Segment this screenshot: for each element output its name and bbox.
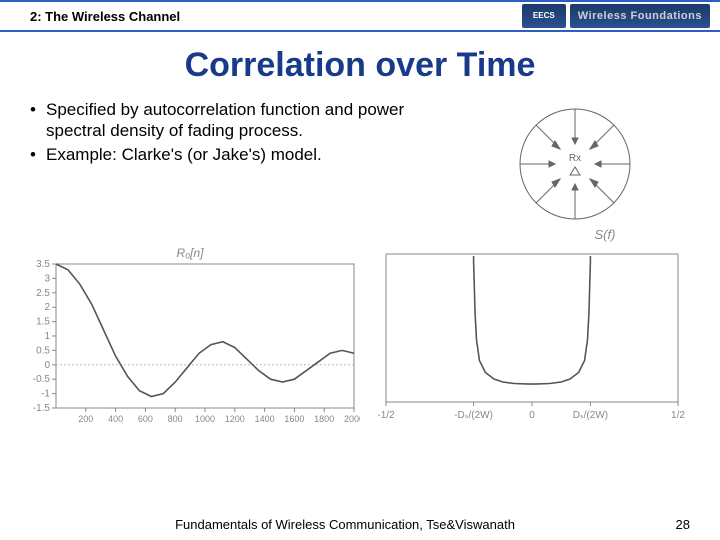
footer: Fundamentals of Wireless Communication, … (0, 517, 720, 532)
logo-group: EECS Wireless Foundations (522, 4, 710, 28)
psd-chart: -1/2 -Dₛ/(2W) 0 Dₛ/(2W) 1/2 (370, 246, 690, 428)
chapter-label: 2: The Wireless Channel (30, 9, 522, 24)
svg-text:Dₛ/(2W): Dₛ/(2W) (573, 410, 608, 421)
charts-row: R₀[n] -1.5-1-0.500.511.522.533.520040060… (0, 246, 720, 428)
svg-text:0: 0 (44, 360, 50, 371)
svg-text:1600: 1600 (284, 414, 304, 424)
svg-text:1800: 1800 (314, 414, 334, 424)
svg-text:-Dₛ/(2W): -Dₛ/(2W) (454, 410, 493, 421)
header-bar: 2: The Wireless Channel EECS Wireless Fo… (0, 0, 720, 32)
rx-label: Rx (569, 153, 581, 164)
svg-text:3: 3 (44, 273, 50, 284)
bullet-item: •Example: Clarke's (or Jake's) model. (30, 144, 460, 165)
svg-text:1: 1 (44, 331, 50, 342)
slide-title: Correlation over Time (0, 46, 720, 85)
svg-text:800: 800 (168, 414, 183, 424)
bullet-list: •Specified by autocorrelation function a… (30, 99, 460, 242)
svg-text:2000: 2000 (344, 414, 360, 424)
wireless-foundations-logo: Wireless Foundations (570, 4, 710, 28)
svg-text:400: 400 (108, 414, 123, 424)
svg-text:1.5: 1.5 (36, 317, 50, 328)
svg-text:0.5: 0.5 (36, 345, 50, 356)
svg-text:2.5: 2.5 (36, 288, 50, 299)
svg-text:1000: 1000 (195, 414, 215, 424)
eecs-logo: EECS (522, 4, 566, 28)
svg-text:600: 600 (138, 414, 153, 424)
svg-text:1200: 1200 (225, 414, 245, 424)
ring-scatterer-diagram: Rx S(f) (460, 99, 690, 242)
bullet-item: •Specified by autocorrelation function a… (30, 99, 460, 142)
svg-text:1/2: 1/2 (671, 410, 685, 421)
svg-text:-1: -1 (41, 389, 50, 400)
svg-text:-0.5: -0.5 (33, 374, 51, 385)
content-row: •Specified by autocorrelation function a… (0, 85, 720, 242)
svg-text:-1.5: -1.5 (33, 403, 51, 414)
page-number: 28 (660, 517, 690, 532)
svg-text:200: 200 (78, 414, 93, 424)
svg-text:-1/2: -1/2 (377, 410, 395, 421)
svg-text:3.5: 3.5 (36, 259, 50, 270)
autocorrelation-chart: R₀[n] -1.5-1-0.500.511.522.533.520040060… (20, 246, 360, 428)
svg-text:1400: 1400 (255, 414, 275, 424)
sf-axis-label: S(f) (595, 227, 616, 242)
svg-text:0: 0 (529, 410, 535, 421)
svg-text:2: 2 (44, 302, 50, 313)
footer-source: Fundamentals of Wireless Communication, … (30, 517, 660, 532)
